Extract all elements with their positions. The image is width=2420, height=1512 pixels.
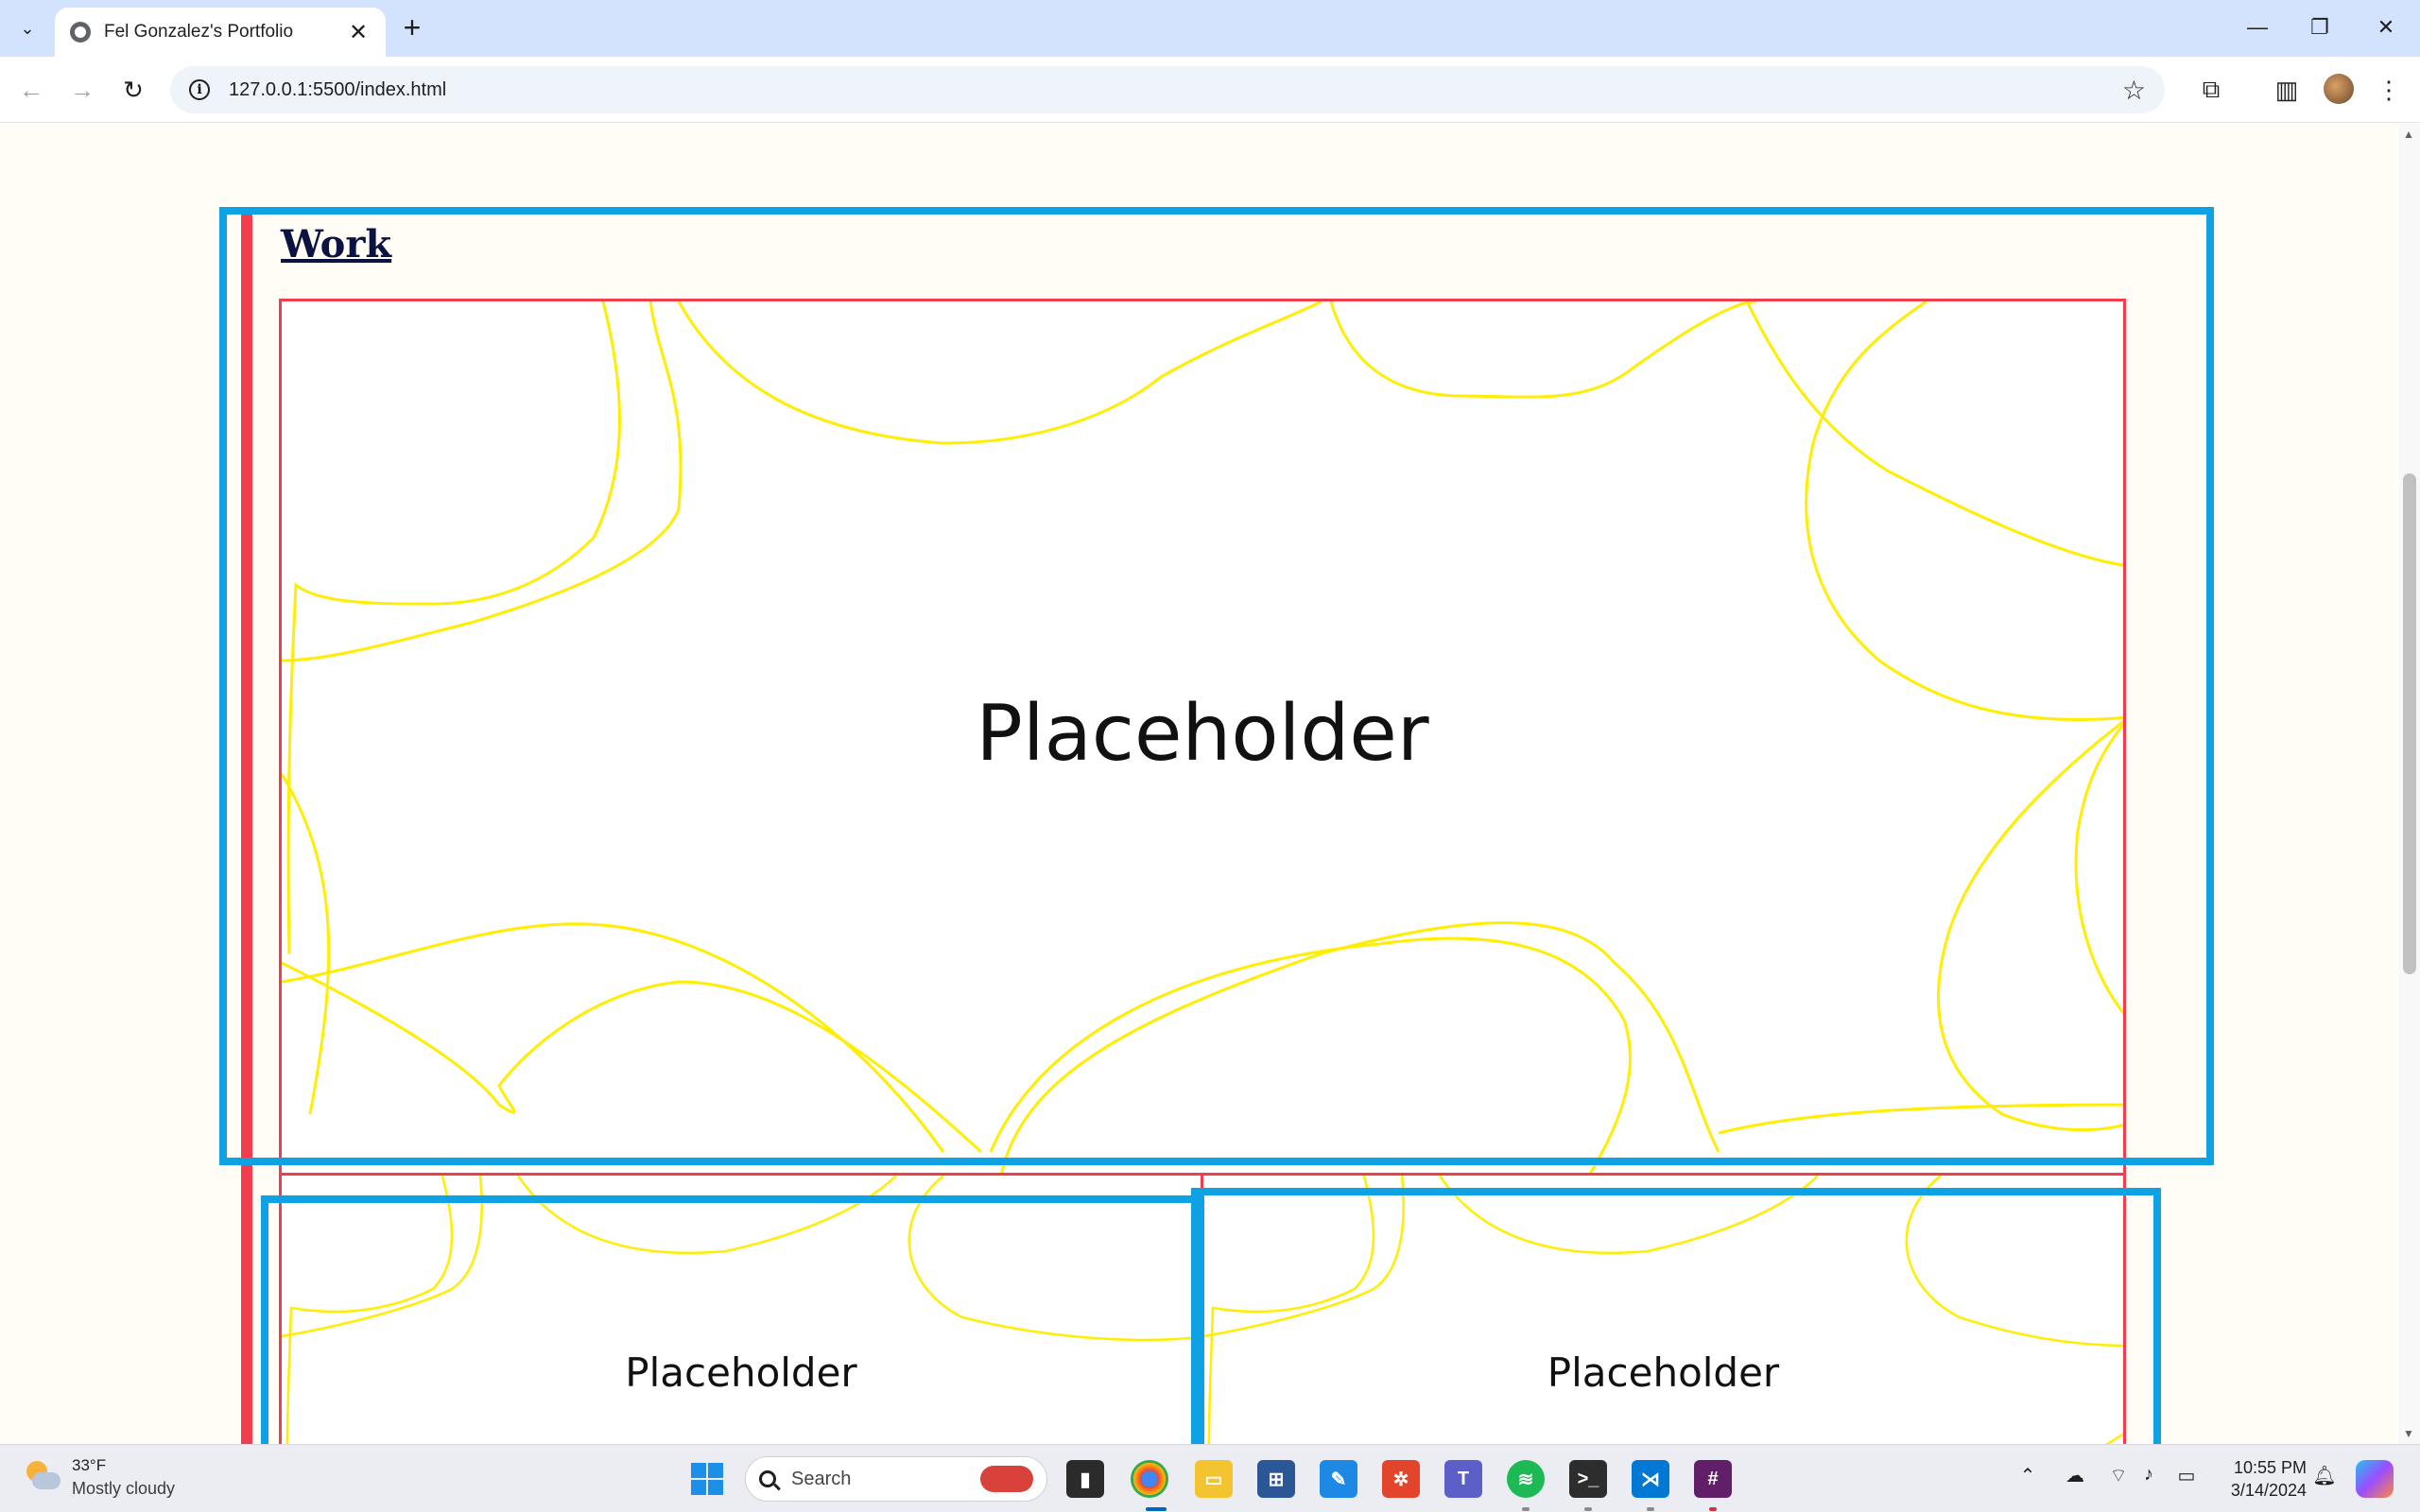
search-highlight-icon bbox=[980, 1466, 1033, 1492]
card-placeholder-label: Placeholder bbox=[1547, 1349, 1780, 1396]
star-icon[interactable]: ☆ bbox=[2122, 75, 2146, 106]
globe-icon bbox=[70, 22, 91, 43]
project-card-small-right[interactable]: Placeholder bbox=[1201, 1173, 2126, 1444]
taskbar-search[interactable]: Search bbox=[745, 1456, 1047, 1502]
card-placeholder-label: Placeholder bbox=[976, 689, 1429, 779]
avatar[interactable] bbox=[2324, 74, 2354, 104]
url-text[interactable]: 127.0.0.1:5500/index.html bbox=[229, 79, 2122, 101]
clock[interactable]: 10:55 PM 3/14/2024 bbox=[2221, 1456, 2307, 1502]
chevron-up-icon[interactable]: ⌃ bbox=[2014, 1464, 2042, 1487]
scroll-down-icon[interactable]: ▼ bbox=[2403, 1427, 2414, 1440]
tab-portfolio[interactable]: Fel Gonzalez's Portfolio ✕ bbox=[55, 8, 386, 57]
bell-icon[interactable]: 🔔︎ bbox=[2310, 1464, 2339, 1487]
running-indicator bbox=[1146, 1507, 1167, 1511]
reload-icon[interactable]: ↻ bbox=[113, 70, 153, 110]
chrome-icon[interactable] bbox=[1131, 1460, 1168, 1498]
clock-time: 10:55 PM bbox=[2233, 1458, 2307, 1477]
project-card-small-left[interactable]: Placeholder bbox=[279, 1173, 1203, 1444]
terminal-icon[interactable]: >_ bbox=[1569, 1460, 1607, 1498]
side-panel-icon[interactable]: ▥ bbox=[2267, 70, 2307, 110]
file-explorer-icon[interactable]: ▭ bbox=[1195, 1460, 1233, 1498]
taskbar-search-label: Search bbox=[791, 1468, 852, 1489]
tab-title: Fel Gonzalez's Portfolio bbox=[104, 22, 294, 42]
weather-temp: 33°F bbox=[72, 1456, 107, 1474]
section-rail bbox=[241, 209, 252, 1444]
section-title: Work bbox=[281, 222, 392, 266]
back-icon[interactable]: ← bbox=[11, 70, 51, 110]
store-icon[interactable]: ⊞ bbox=[1257, 1460, 1295, 1498]
page-viewport: Work Placeholder Placeholder Placeholder bbox=[0, 124, 2399, 1444]
plus-icon[interactable]: + bbox=[395, 11, 429, 45]
slack-icon[interactable]: # bbox=[1694, 1460, 1732, 1498]
taskbar: 33°F Mostly cloudy Search ▮ ▭ ⊞ ✎ ✲ T ≋ … bbox=[0, 1444, 2420, 1512]
battery-icon[interactable]: ▭ bbox=[2172, 1464, 2201, 1487]
project-card-main[interactable]: Placeholder bbox=[279, 299, 2126, 1177]
spotify-icon[interactable]: ≋ bbox=[1507, 1460, 1545, 1498]
extensions-icon[interactable]: ⧉ bbox=[2191, 70, 2231, 110]
vscode-icon[interactable]: ⋊ bbox=[1632, 1460, 1669, 1498]
running-indicator bbox=[1709, 1507, 1717, 1511]
forward-icon[interactable]: → bbox=[62, 70, 102, 110]
browser-toolbar: ← → ↻ i 127.0.0.1:5500/index.html ☆ ⧉ ▥ … bbox=[0, 57, 2420, 123]
weather-widget[interactable]: 33°F Mostly cloudy bbox=[23, 1454, 175, 1500]
restore-icon[interactable]: ❐ bbox=[2291, 6, 2348, 49]
tab-strip: ⌄ Fel Gonzalez's Portfolio ✕ + — ❐ ✕ bbox=[0, 0, 2420, 57]
weather-condition: Mostly cloudy bbox=[72, 1479, 176, 1498]
copilot-icon[interactable] bbox=[2356, 1460, 2394, 1498]
running-indicator bbox=[1647, 1507, 1654, 1511]
scroll-thumb[interactable] bbox=[2403, 473, 2416, 974]
info-icon[interactable]: i bbox=[189, 79, 210, 100]
volume-icon[interactable]: ♪ bbox=[2135, 1464, 2163, 1486]
scribble-decoration bbox=[282, 1176, 1201, 1444]
clock-date: 3/14/2024 bbox=[2230, 1481, 2307, 1500]
onedrive-icon[interactable]: ☁ bbox=[2061, 1464, 2089, 1487]
wifi-icon[interactable]: ⌔ bbox=[2104, 1464, 2133, 1487]
close-icon[interactable]: ✕ bbox=[346, 19, 371, 46]
running-indicator bbox=[1584, 1507, 1592, 1511]
paint-icon[interactable]: ✎ bbox=[1320, 1460, 1357, 1498]
app-red-icon[interactable]: ✲ bbox=[1382, 1460, 1420, 1498]
tab-search-icon[interactable]: ⌄ bbox=[9, 10, 45, 46]
card-placeholder-label: Placeholder bbox=[625, 1349, 857, 1396]
scroll-up-icon[interactable]: ▲ bbox=[2403, 128, 2414, 141]
partly-cloudy-icon bbox=[23, 1457, 62, 1497]
search-icon bbox=[759, 1470, 776, 1487]
window-close-icon[interactable]: ✕ bbox=[2358, 6, 2414, 49]
scribble-decoration bbox=[1203, 1176, 2123, 1444]
task-view-icon[interactable]: ▮ bbox=[1066, 1460, 1104, 1498]
minimize-icon[interactable]: — bbox=[2229, 6, 2286, 49]
more-icon[interactable]: ⋮ bbox=[2369, 70, 2409, 110]
running-indicator bbox=[1522, 1507, 1530, 1511]
address-bar[interactable]: i 127.0.0.1:5500/index.html ☆ bbox=[170, 66, 2165, 113]
teams-icon[interactable]: T bbox=[1444, 1460, 1482, 1498]
windows-start-icon[interactable] bbox=[688, 1460, 726, 1498]
page-scrollbar[interactable]: ▲ ▼ bbox=[2399, 124, 2420, 1444]
